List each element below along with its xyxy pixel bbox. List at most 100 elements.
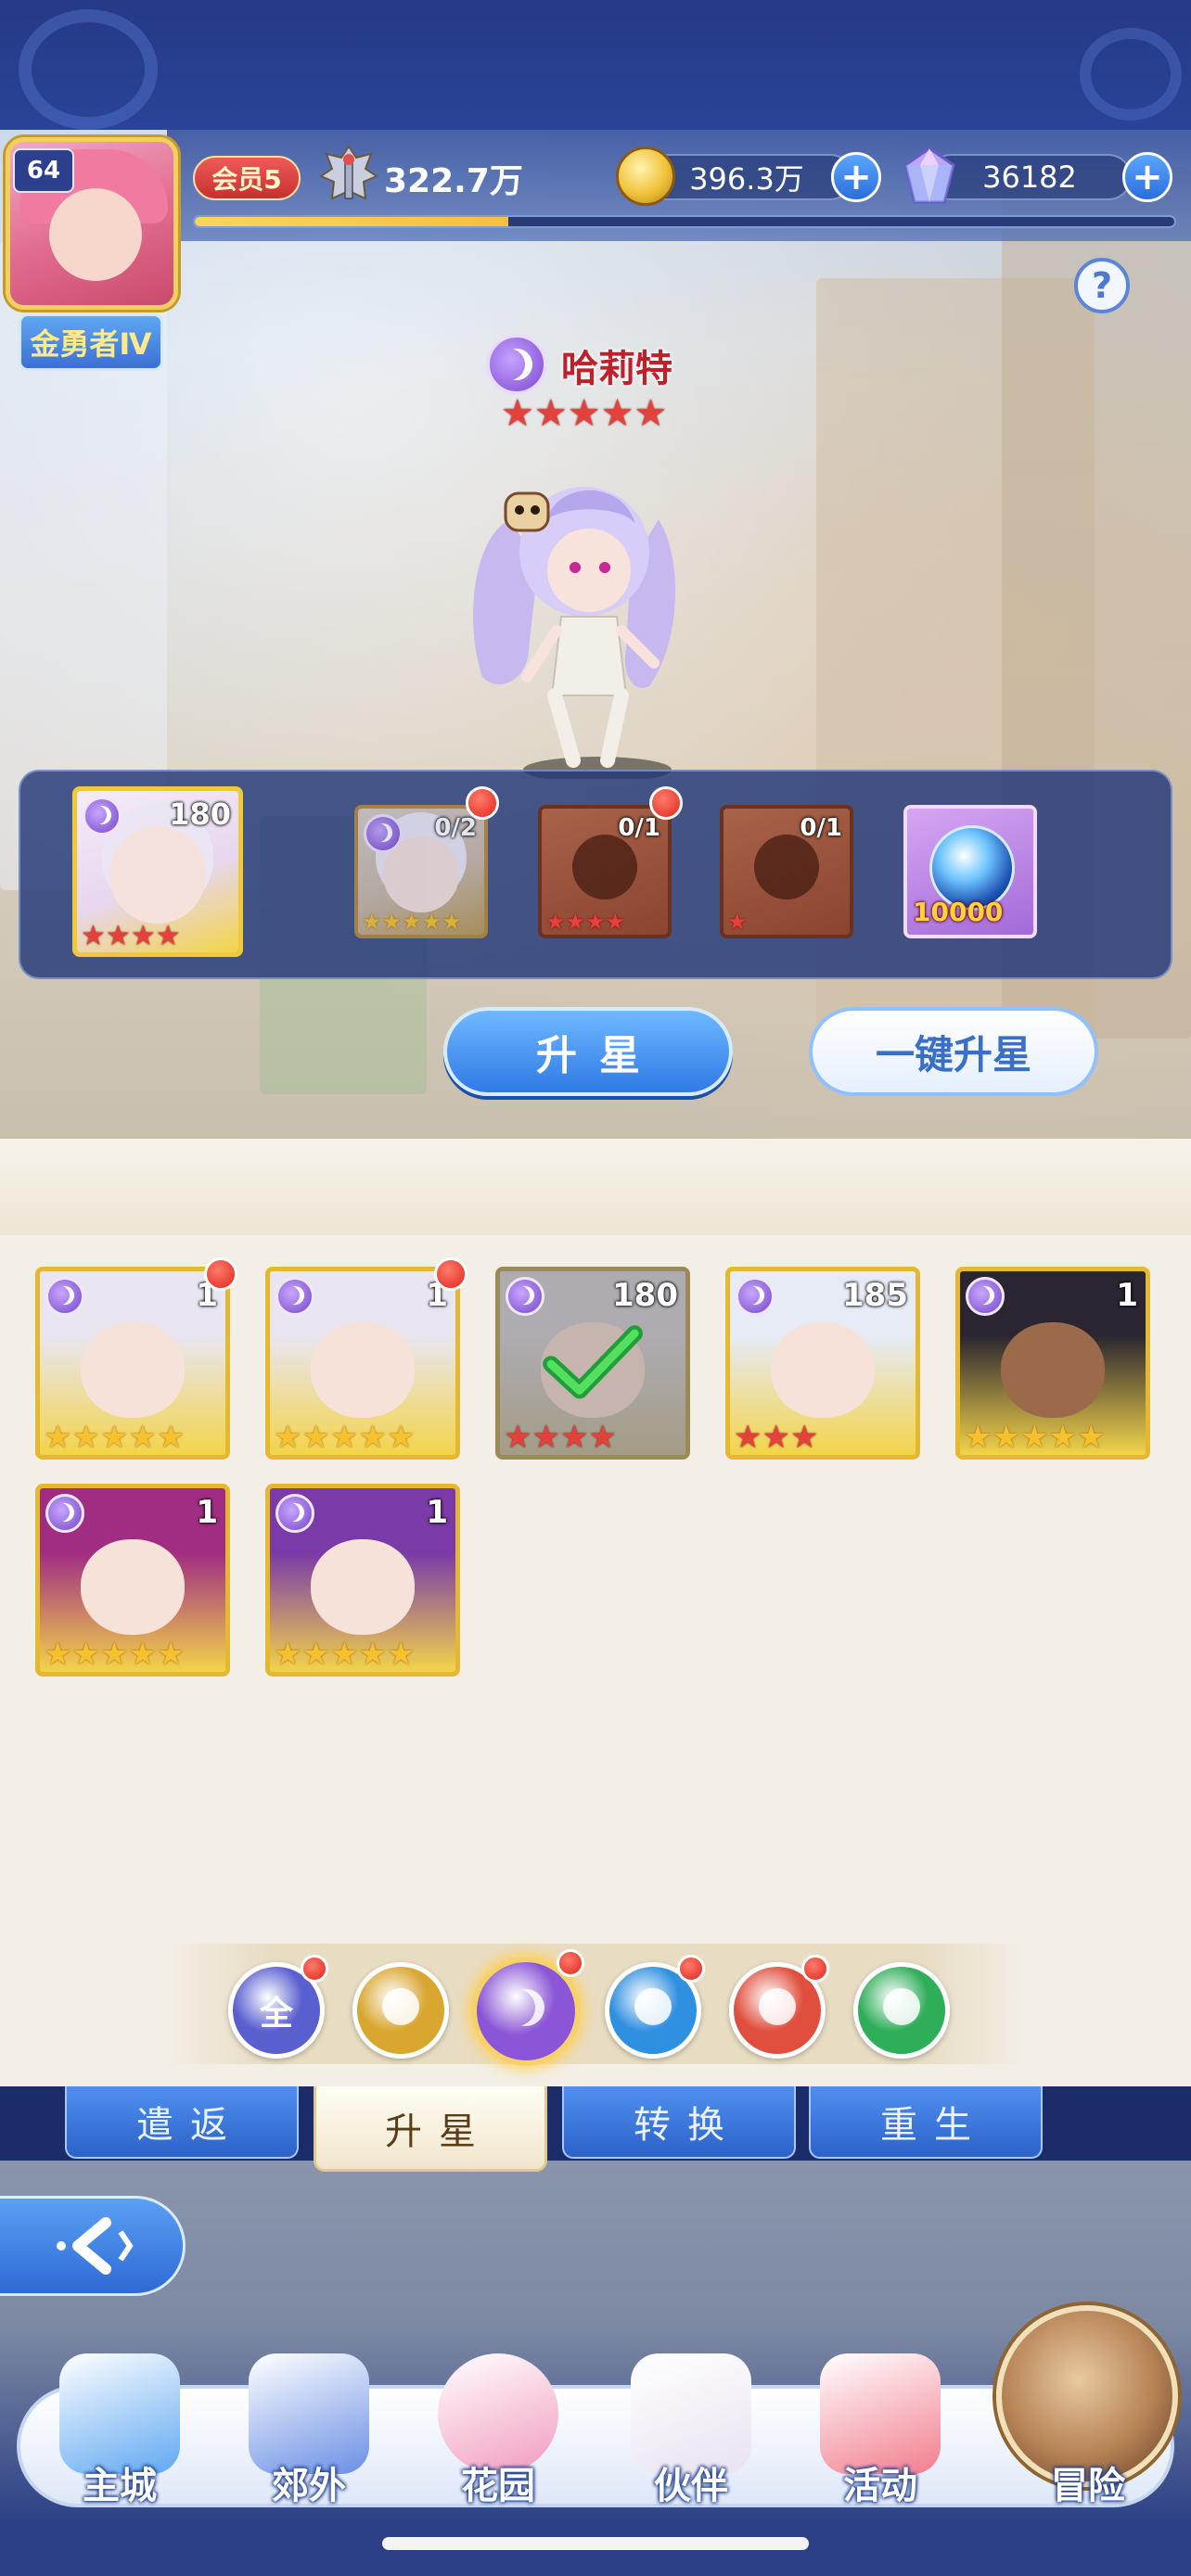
filter-wind-button[interactable] (853, 1962, 950, 2059)
material-slot-2[interactable]: 0/2 ★ ★ ★ ★ ★ (354, 805, 488, 938)
notification-dot (649, 786, 683, 820)
star-icon: ★ (81, 920, 106, 952)
nav-label: 花园 (461, 2465, 535, 2507)
star-icon: ★ (402, 909, 422, 935)
star-icon: ★ (156, 1636, 186, 1673)
star-icon: ★ (1076, 1419, 1106, 1456)
hero-card[interactable]: 180 ★ ★ ★ ★ (495, 1267, 690, 1460)
xp-bar (193, 215, 1176, 228)
tab-rebirth[interactable]: 重生 (809, 2086, 1043, 2159)
help-button[interactable]: ? (1074, 258, 1130, 313)
hero-card[interactable]: 1 ★ ★ ★ ★ ★ (265, 1484, 460, 1677)
notification-dot (557, 1949, 584, 1977)
filter-light-icon (382, 1987, 419, 2034)
star-icon: ★ (156, 1419, 186, 1456)
add-gold-button[interactable]: + (831, 152, 881, 202)
hero-card[interactable]: 1 ★ ★ ★ ★ ★ (265, 1267, 460, 1460)
material-star-rating: ★ (727, 911, 748, 933)
star-up-button[interactable]: 升星 (443, 1007, 733, 1096)
gold-value: 396.3万 (689, 161, 804, 197)
hero-card[interactable]: 185 ★ ★ ★ (725, 1267, 920, 1460)
moon-element-icon (736, 1277, 775, 1316)
player-rank-badge[interactable]: 金勇者Ⅳ (19, 313, 163, 371)
hero-list-header (0, 1139, 1191, 1235)
tab-label: 转换 (634, 2104, 741, 2147)
hero-count: 1 (196, 1494, 218, 1531)
star-icon: ★ (1048, 1419, 1077, 1456)
filter-wind-icon (883, 1987, 920, 2034)
tab-label: 重生 (880, 2104, 988, 2147)
material-star-rating: ★ ★ ★ ★ ★ (362, 911, 462, 933)
one-key-star-up-button[interactable]: 一键升星 (809, 1007, 1098, 1096)
nav-label: 伙伴 (654, 2465, 728, 2507)
star-icon: ★ (585, 909, 606, 935)
tab-dismiss[interactable]: 遣返 (65, 2086, 299, 2159)
nav-magic-circle[interactable]: 郊外 (230, 2333, 388, 2509)
hero-silhouette-icon (754, 835, 819, 899)
hero-star-rating: ★ ★ ★ ★ ★ (274, 1639, 415, 1670)
hero-card[interactable]: 1 ★ ★ ★ ★ ★ (35, 1484, 230, 1677)
gem-value: 36182 (982, 159, 1077, 195)
star-icon: ★ (762, 1419, 790, 1456)
moon-element-icon (45, 1277, 84, 1316)
star-icon: ★ (634, 392, 668, 435)
material-count: 10000 (913, 897, 1004, 927)
material-slot-1[interactable]: 180 ★ ★ ★ ★ (72, 786, 243, 957)
material-slot-5[interactable]: 10000 (903, 805, 1037, 938)
moon-element-icon (275, 1494, 314, 1533)
star-icon: ★ (155, 920, 181, 952)
hero-card[interactable]: 1 ★ ★ ★ ★ ★ (35, 1267, 230, 1460)
hero-star-rating: ★ ★ ★ ★ (504, 1422, 617, 1453)
hero-portrait (1001, 1322, 1105, 1419)
add-gem-button[interactable]: + (1122, 152, 1172, 202)
star-icon: ★ (531, 1419, 560, 1456)
star-icon: ★ (44, 1419, 72, 1456)
star-icon: ★ (71, 1636, 100, 1673)
star-icon: ★ (600, 392, 634, 435)
nav-label: 主城 (83, 2465, 157, 2507)
hero-count: 185 (842, 1277, 908, 1314)
hero-star-rating: ★ ★ ★ ★ ★ (44, 1639, 185, 1670)
star-icon: ★ (386, 1636, 416, 1673)
star-icon: ★ (44, 1636, 72, 1673)
notification-dot (677, 1955, 705, 1983)
star-icon: ★ (274, 1636, 302, 1673)
filter-light-button[interactable] (352, 1962, 449, 2059)
filter-water-icon (634, 1987, 672, 2034)
vip-badge[interactable]: 会员5 (193, 156, 301, 200)
material-slot-4[interactable]: 0/1 ★ (720, 805, 853, 938)
nav-heart[interactable]: 花园 (419, 2333, 577, 2509)
star-icon: ★ (789, 1419, 819, 1456)
tab-label: 升星 (385, 2110, 493, 2153)
element-symbol (759, 1987, 796, 2025)
hero-portrait (311, 1322, 415, 1419)
nav-gift[interactable]: 活动 (801, 2333, 959, 2509)
hero-portrait (81, 1322, 185, 1419)
collapse-menu-button[interactable] (0, 2196, 186, 2296)
star-icon: ★ (605, 909, 626, 935)
arrow-left-icon (56, 2217, 134, 2275)
hero-count: 1 (1116, 1277, 1138, 1314)
star-icon: ★ (105, 920, 131, 952)
gem-icon (903, 147, 955, 204)
tab-convert[interactable]: 转换 (562, 2086, 796, 2159)
filter-fire-icon (759, 1987, 796, 2034)
tab-star-up[interactable]: 升星 (314, 2086, 547, 2172)
hero-silhouette-icon (572, 835, 637, 899)
moon-element-icon (45, 1494, 84, 1533)
star-icon: ★ (329, 1419, 359, 1456)
star-icon: ★ (301, 1636, 330, 1673)
element-symbol (382, 1987, 419, 2025)
notification-dot (301, 1955, 328, 1983)
material-slot-3[interactable]: 0/1 ★ ★ ★ ★ (538, 805, 672, 938)
hero-portrait (109, 826, 207, 924)
star-icon: ★ (501, 392, 534, 435)
nav-adventure[interactable]: 冒险 (1009, 2333, 1167, 2509)
star-icon: ★ (130, 920, 156, 952)
hero-count: 1 (426, 1494, 448, 1531)
nav-partner[interactable]: 伙伴 (612, 2333, 770, 2509)
star-icon: ★ (358, 1419, 387, 1456)
hero-card[interactable]: 1 ★ ★ ★ ★ ★ (955, 1267, 1150, 1460)
nav-castle[interactable]: 主城 (41, 2333, 198, 2509)
star-icon: ★ (421, 909, 442, 935)
